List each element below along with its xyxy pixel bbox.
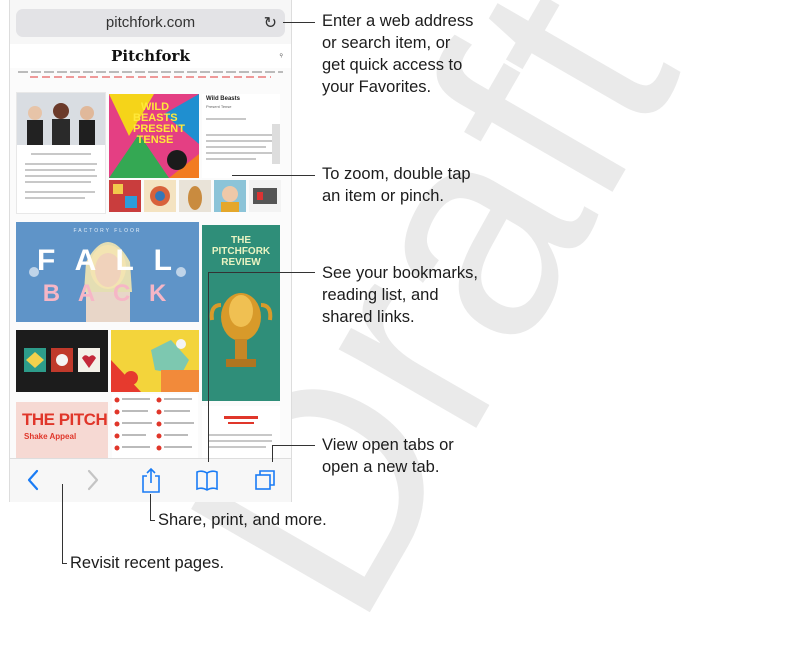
revisit-leader-h — [62, 563, 67, 564]
forward-button[interactable] — [76, 463, 110, 497]
bookmarks-callout: See your bookmarks, reading list, and sh… — [322, 264, 478, 326]
feature-card[interactable] — [111, 330, 199, 392]
site-header: Pitchfork ⚲ — [10, 44, 291, 68]
album-row-card[interactable] — [16, 330, 108, 392]
revisit-callout: Revisit recent pages. — [70, 554, 225, 572]
url-text: pitchfork.com — [105, 14, 196, 31]
review-list[interactable] — [202, 406, 280, 458]
address-leader — [283, 22, 315, 23]
zoom-callout: To zoom, double tap an item or pinch. — [322, 165, 471, 205]
promo-line-1: F A L L — [37, 244, 178, 277]
site-subnav[interactable] — [30, 76, 271, 78]
tabs-leader-h — [272, 445, 315, 446]
album-thumbnails[interactable] — [109, 180, 281, 212]
trophy-image — [209, 293, 273, 367]
news-list[interactable] — [112, 394, 198, 458]
reload-icon[interactable]: ↻ — [264, 13, 277, 33]
tabs-leader-v — [272, 445, 273, 462]
tabs-button[interactable] — [248, 463, 282, 497]
bookmarks-button[interactable] — [190, 463, 224, 497]
site-search-icon[interactable]: ⚲ — [279, 53, 283, 59]
band-photo — [17, 93, 105, 145]
share-leader-h — [150, 520, 155, 521]
browser-screen: pitchfork.com ↻ Pitchfork ⚲ WILD BEASTS … — [9, 0, 292, 502]
article-card[interactable]: Wild Beasts Present Tense — [202, 94, 280, 178]
zoom-leader — [232, 175, 315, 176]
share-callout: Share, print, and more. — [158, 511, 327, 529]
article-title: Wild Beasts — [206, 96, 240, 102]
bookmarks-leader-v — [208, 272, 209, 462]
tabs-callout: View open tabs or open a new tab. — [322, 436, 454, 476]
share-button[interactable] — [134, 463, 168, 497]
share-icon — [142, 467, 160, 493]
news-card[interactable] — [16, 92, 106, 214]
article-subtitle: Present Tense — [206, 104, 232, 109]
share-leader-v — [150, 494, 151, 521]
pitch-subtitle: Shake Appeal — [24, 432, 77, 441]
album-text-4: TENSE — [136, 134, 174, 146]
site-nav[interactable] — [18, 71, 283, 73]
site-title: Pitchfork — [111, 47, 190, 65]
the-pitch-card[interactable]: THE PITCH Shake Appeal — [16, 402, 108, 458]
address-bar-area: pitchfork.com ↻ — [10, 0, 291, 44]
album-art[interactable]: WILD BEASTS PRESENT TENSE — [109, 94, 199, 178]
promo-line-2: B A C K — [42, 280, 173, 307]
bookmarks-leader-h — [208, 272, 315, 273]
address-callout: Enter a web address or search item, or g… — [322, 12, 474, 96]
address-field[interactable]: pitchfork.com ↻ — [16, 9, 285, 37]
back-button[interactable] — [16, 463, 50, 497]
bookmarks-icon — [196, 470, 218, 491]
forward-icon — [87, 469, 99, 491]
promo-card[interactable]: FACTORY FLOOR F A L L B A C K — [16, 222, 199, 322]
revisit-leader-v — [62, 484, 63, 564]
review-card[interactable]: THE PITCHFORK REVIEW — [202, 225, 280, 401]
pitch-title: THE PITCH — [22, 410, 108, 429]
tabs-icon — [255, 470, 275, 490]
back-icon — [27, 469, 39, 491]
